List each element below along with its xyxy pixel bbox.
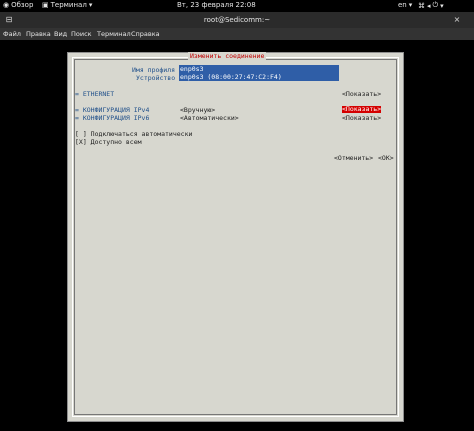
auto-connect-checkbox[interactable]: [ ] Подключаться автоматически [75,130,192,138]
overview-button[interactable]: ◉ Обзор [3,1,33,9]
window-title-bar: ⊟ root@Sedicomm:~ × [0,12,474,28]
device-label: Устройство [136,74,176,82]
language-indicator[interactable]: en ▾ [398,1,412,9]
ipv4-show-button[interactable]: <Показать> [342,106,382,113]
profile-name-label: Имя профиля [132,66,176,74]
menu-bar: Файл Правка Вид Поиск Терминал Справка [0,28,474,40]
menu-edit[interactable]: Правка [26,30,51,38]
overview-icon: ◉ [3,1,10,9]
profile-name-input[interactable]: enp0s3 [179,65,339,73]
terminal-icon: ▣ [42,1,49,9]
network-icon: ⌘ [418,1,425,10]
terminal-app-menu[interactable]: ▣ Терминал ▾ [42,1,92,9]
ipv6-show-button[interactable]: <Показать> [342,114,381,122]
dialog-title: Изменить соединение [188,52,267,60]
ipv4-method-select[interactable]: <Вручную> [180,106,215,114]
menu-file[interactable]: Файл [3,30,21,38]
menu-terminal[interactable]: Терминал [97,30,131,38]
cancel-button[interactable]: <Отменить> [334,154,373,162]
ok-button[interactable]: <OK> [378,154,394,162]
chevron-down-icon: ▾ [440,1,444,10]
window-title: root@Sedicomm:~ [203,16,271,24]
clock[interactable]: Вт, 23 февраля 22:08 [177,1,256,9]
volume-icon: ◂ [427,1,431,10]
menu-help[interactable]: Справка [131,30,160,38]
system-top-bar: ◉ Обзор ▣ Терминал ▾ Вт, 23 февраля 22:0… [0,0,474,12]
ethernet-section[interactable]: = ETHERNET [75,90,114,98]
chevron-down-icon: ▾ [408,1,413,9]
system-status-area[interactable]: ⌘ ◂ ⏻ ▾ [418,1,444,10]
ipv4-section[interactable]: = КОНФИГУРАЦИЯ IPv4 [75,106,149,114]
ipv6-method-select[interactable]: <Автоматически> [180,114,239,122]
chevron-down-icon: ▾ [88,1,93,9]
edit-connection-dialog: Изменить соединение Имя профиля enp0s3 У… [67,52,404,422]
ethernet-show-button[interactable]: <Показать> [342,90,381,98]
ipv6-section[interactable]: = КОНФИГУРАЦИЯ IPv6 [75,114,149,122]
menu-search[interactable]: Поиск [71,30,92,38]
menu-view[interactable]: Вид [54,30,67,38]
available-to-all-checkbox[interactable]: [X] Доступно всем [75,138,142,146]
close-icon[interactable]: × [452,15,462,25]
power-icon: ⏻ [432,1,439,9]
device-input[interactable]: enp0s3 (08:00:27:47:C2:F4) [179,73,339,81]
